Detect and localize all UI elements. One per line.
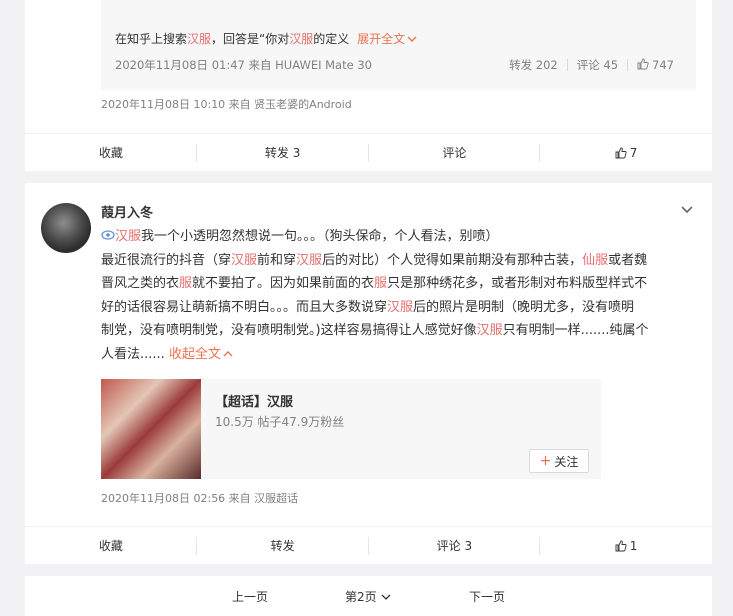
like-count: 7 [629, 145, 638, 160]
text-segment: 或者魏 [608, 252, 648, 268]
quoted-post-stats: 转发 202 评论 45 747 [509, 57, 674, 73]
keyword-highlight[interactable]: 汉服 [231, 253, 257, 268]
keyword-highlight[interactable]: 汉服 [289, 32, 313, 46]
repost-button[interactable]: 转发 [197, 527, 369, 564]
text-segment: 后的对比）个人觉得如果前期没有那种古装， [322, 252, 583, 268]
chevron-down-icon [381, 594, 391, 600]
comment-label: 评论 3 [436, 539, 473, 553]
plus-icon: + [539, 453, 552, 469]
quoted-post[interactable]: 在知乎上搜索汉服，回答是“你对汉服的定义 展开全文 2020年11月08日 01… [101, 0, 696, 90]
text-segment: 后的照片是明制（晚明尤多，没有喷明 [413, 299, 635, 315]
repost-label: 转发 [270, 539, 295, 553]
text-segment: 晋风之类的衣 [101, 276, 180, 291]
expand-full-text-link[interactable]: 展开全文 [357, 32, 417, 46]
quoted-text-segment: 的定义 [313, 32, 350, 46]
quoted-text-segment: ，回答是“你对 [211, 32, 290, 46]
action-bar: 收藏 转发 3 评论 7 [25, 133, 712, 171]
chevron-up-icon [223, 350, 233, 356]
like-button[interactable]: 1 [540, 527, 712, 564]
post-text-line: 汉服我一个小透明忽然想说一句。。。（狗头保命，个人看法，别喷） [101, 225, 693, 249]
divider [566, 59, 568, 71]
collect-label: 收藏 [98, 146, 123, 160]
divider [627, 59, 629, 71]
text-segment: 就不要拍了。因为如果前面的衣 [192, 276, 375, 291]
super-topic-card[interactable]: 【超话】汉服 10.5万 帖子47.9万粉丝 + 关注 [101, 379, 601, 479]
collect-button[interactable]: 收藏 [25, 527, 197, 564]
post-text-line: 晋风之类的衣服就不要拍了。因为如果前面的衣服只是那种绣花多，或者形制对布料版型样… [101, 272, 693, 296]
thumbs-up-icon [615, 540, 627, 551]
topic-stats: 10.5万 帖子47.9万粉丝 [215, 415, 345, 429]
post-text: 汉服我一个小透明忽然想说一句。。。（狗头保命，个人看法，别喷） 最近很流行的抖音… [101, 225, 693, 366]
text-segment: 制党，没有喷明制党，没有喷明制党。)这样容易搞得让人感觉好像 [101, 323, 477, 338]
next-page-button[interactable]: 下一页 [469, 588, 505, 605]
expand-label: 展开全文 [357, 32, 406, 46]
text-segment: 只是那种绣花多，或者形制对布料版型样式不 [387, 276, 648, 291]
keyword-highlight[interactable]: 仙服 [582, 253, 608, 268]
action-bar: 收藏 转发 评论 3 1 [25, 526, 712, 564]
keyword-highlight[interactable]: 汉服 [187, 32, 211, 46]
text-segment: 人看法...... [101, 346, 165, 362]
quoted-text-segment: 在知乎上搜索 [115, 32, 188, 46]
keyword-highlight[interactable]: 服 [374, 276, 387, 291]
like-count: 1 [629, 538, 638, 553]
avatar[interactable] [41, 203, 91, 253]
topic-link[interactable]: 汉服 [115, 229, 141, 244]
collect-label: 收藏 [98, 539, 123, 553]
post-meta: 2020年11月08日 10:10 来自 贤玉老婆的Android [101, 98, 352, 111]
like-button[interactable]: 7 [540, 134, 712, 171]
page-select[interactable]: 第2页 [345, 588, 391, 605]
keyword-highlight[interactable]: 服 [179, 276, 192, 291]
topic-cover-image [101, 379, 201, 479]
comment-button[interactable]: 评论 [369, 134, 541, 171]
post-text-line: 好的话很容易让萌新搞不明白。。。而且大多数说穿汉服后的照片是明制（晚明尤多，没有… [101, 296, 693, 320]
username[interactable]: 葭月入冬 [101, 202, 153, 221]
text-segment: 我一个小透明忽然想说一句。。。（狗头保命，个人看法，别喷） [141, 229, 499, 244]
collect-button[interactable]: 收藏 [25, 134, 197, 171]
post-text-line: 制党，没有喷明制党，没有喷明制党。)这样容易搞得让人感觉好像汉服只有明制一样..… [101, 319, 693, 343]
follow-button[interactable]: + 关注 [529, 449, 589, 473]
repost-label: 转发 3 [264, 146, 301, 160]
collapse-label: 收起全文 [168, 346, 221, 362]
feed-card-2: 葭月入冬 汉服我一个小透明忽然想说一句。。。（狗头保命，个人看法，别喷） 最近很… [25, 183, 712, 564]
comment-label: 评论 [442, 146, 467, 160]
quoted-repost-count[interactable]: 转发 202 [509, 57, 558, 73]
quoted-like-button[interactable]: 747 [637, 58, 674, 72]
text-segment: 好的话很容易让萌新搞不明白。。。而且大多数说穿 [101, 299, 388, 315]
comment-button[interactable]: 评论 3 [369, 527, 541, 564]
super-topic-icon [101, 230, 115, 240]
post-text-line: 最近很流行的抖音（穿汉服前和穿汉服后的对比）个人觉得如果前期没有那种古装，仙服或… [101, 249, 693, 273]
post-text-line: 人看法...... 收起全文 [101, 343, 693, 367]
thumbs-up-icon [637, 58, 649, 70]
thumbs-up-icon [615, 147, 627, 158]
keyword-highlight[interactable]: 汉服 [296, 253, 322, 268]
text-segment: 只有明制一样.......纯属个 [502, 323, 649, 338]
collapse-text-link[interactable]: 收起全文 [169, 347, 233, 362]
text-segment: 最近很流行的抖音（穿 [101, 252, 232, 268]
text-segment: 前和穿 [257, 252, 297, 268]
chevron-down-icon[interactable] [680, 205, 694, 215]
chevron-down-icon [407, 36, 417, 42]
follow-label: 关注 [554, 454, 579, 469]
topic-title: 【超话】汉服 [215, 395, 294, 410]
prev-page-button[interactable]: 上一页 [232, 588, 268, 605]
quoted-comment-count[interactable]: 评论 45 [577, 57, 618, 73]
feed-card-1: 在知乎上搜索汉服，回答是“你对汉服的定义 展开全文 2020年11月08日 01… [25, 0, 712, 171]
keyword-highlight[interactable]: 汉服 [477, 323, 503, 338]
repost-button[interactable]: 转发 3 [197, 134, 369, 171]
quoted-text: 在知乎上搜索汉服，回答是“你对汉服的定义 展开全文 [115, 30, 417, 47]
keyword-highlight[interactable]: 汉服 [387, 300, 413, 315]
quoted-post-meta: 2020年11月08日 01:47 来自 HUAWEI Mate 30 [115, 58, 372, 72]
post-meta: 2020年11月08日 02:56 来自 汉服超话 [101, 492, 299, 505]
quoted-like-count: 747 [652, 58, 674, 72]
pagination: 上一页 第2页 下一页 [25, 576, 712, 616]
current-page-label: 第2页 [345, 590, 377, 604]
